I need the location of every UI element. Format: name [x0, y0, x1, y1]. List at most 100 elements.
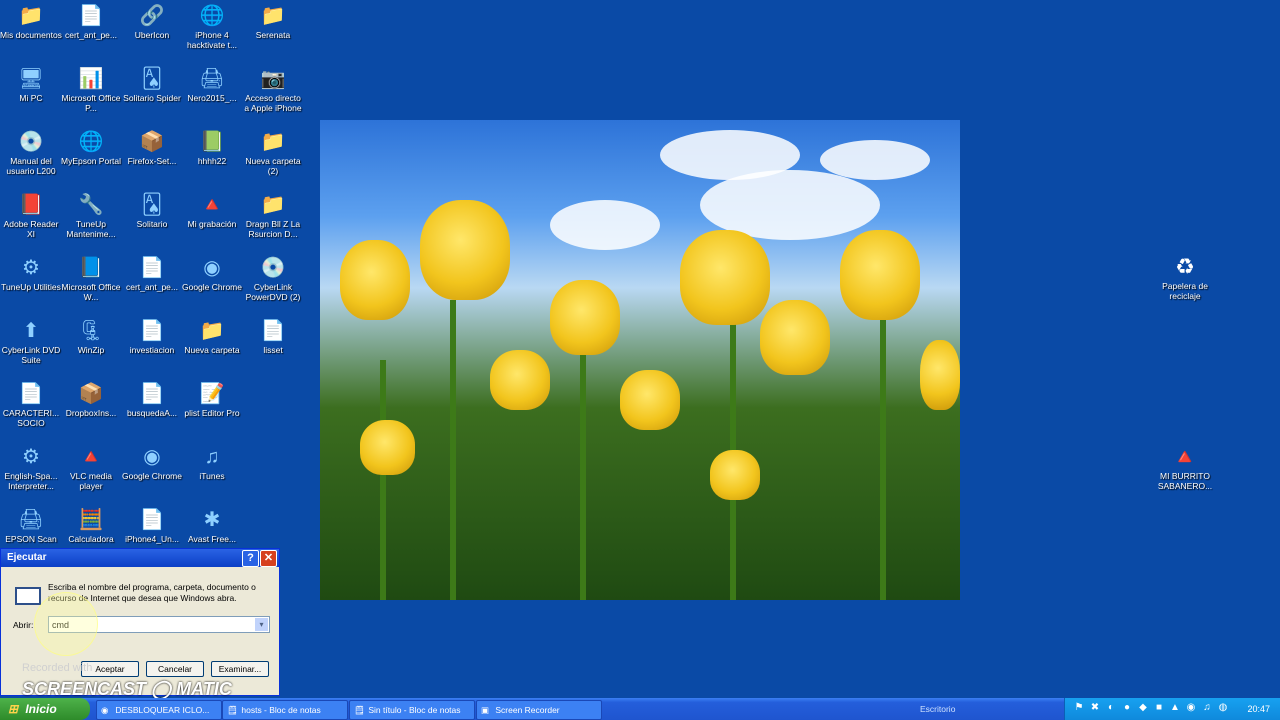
app-tray-icon[interactable]: ♫: [1201, 702, 1213, 714]
desktop-icon-grid: 📁 Mis documentos 📄 cert_ant_pe... 🔗 UberIcon 🌐…: [0, 0, 306, 548]
desktop-icon[interactable]: 📁 Dragn Bll Z La Rsurcion D...: [242, 191, 304, 239]
desktop-icon-label: busquedaA...: [126, 408, 178, 418]
app-tray-icon[interactable]: ■: [1153, 702, 1165, 714]
desktop-icon[interactable]: ⚙ English-Spa... Interpreter...: [0, 443, 62, 491]
desktop-icon-glyph-icon: 📕: [18, 194, 44, 216]
app-tray-icon[interactable]: ◍: [1217, 702, 1229, 714]
desktop-icon[interactable]: 📁 Mis documentos: [0, 2, 62, 40]
run-dialog-title: Ejecutar: [7, 552, 47, 563]
clock[interactable]: 20:47: [1247, 698, 1270, 720]
app-tray-icon[interactable]: ◆: [1137, 702, 1149, 714]
desktop-icon[interactable]: 📕 Adobe Reader XI: [0, 191, 62, 239]
start-button[interactable]: ⊞ Inicio: [0, 698, 90, 720]
desktop-icon[interactable]: 📄 CARACTERI... SOCIO: [0, 380, 62, 428]
desktop-icon[interactable]: 🖥 Mi PC: [0, 65, 62, 103]
desktop-icon[interactable]: 🔺 VLC media player: [60, 443, 122, 491]
desktop-icon-glyph-icon: 🖥: [18, 68, 44, 90]
desktop-icon-label: Calculadora: [68, 534, 114, 544]
desktop-icon-glyph-icon: 🖨: [199, 68, 225, 90]
desktop-icon[interactable]: 🖨 EPSON Scan: [0, 506, 62, 544]
recycle-bin[interactable]: ♻ Papelera de reciclaje: [1150, 253, 1220, 301]
desktop-icon[interactable]: ✱ Avast Free...: [181, 506, 243, 544]
desktop-icon-glyph-icon: 🂡: [141, 194, 163, 216]
desktop-icon-glyph-icon: 📦: [78, 383, 104, 405]
taskbar-item-untitled-notepad[interactable]: 🗒 Sin título - Bloc de notas: [349, 700, 475, 720]
network-icon[interactable]: ⚑: [1073, 702, 1085, 714]
desktop-icon[interactable]: 📄 cert_ant_pe...: [121, 254, 183, 292]
desktop-icon[interactable]: 📝 plist Editor Pro: [181, 380, 243, 418]
desktop-icon-glyph-icon: 🔺: [78, 446, 104, 468]
desktop-icon[interactable]: ⬆ CyberLink DVD Suite: [0, 317, 62, 365]
volume-icon[interactable]: ◐: [1105, 702, 1117, 714]
desktop-icon[interactable]: 📁 Nueva carpeta (2): [242, 128, 304, 176]
taskbar: ⊞ Inicio ◉ DESBLOQUEAR ICLO... 🗒 hosts -…: [0, 698, 1280, 720]
desktop-icon[interactable]: 💿 CyberLink PowerDVD (2): [242, 254, 304, 302]
cancel-button[interactable]: Cancelar: [146, 661, 204, 677]
desktop-icon[interactable]: 📘 Microsoft Office W...: [60, 254, 122, 302]
taskbar-item-chrome[interactable]: ◉ DESBLOQUEAR ICLO...: [96, 700, 222, 720]
open-label: Abrir:: [13, 620, 34, 630]
desktop-icon[interactable]: 🔗 UberIcon: [121, 2, 183, 40]
browse-button[interactable]: Examinar...: [211, 661, 269, 677]
desktop-icon[interactable]: 🔧 TuneUp Mantenime...: [60, 191, 122, 239]
desktop-icon[interactable]: ◉ Google Chrome: [121, 443, 183, 481]
desktop-icon[interactable]: 📁 Serenata: [242, 2, 304, 40]
desktop-icon[interactable]: 🗜 WinZip: [60, 317, 122, 355]
desktop-icon[interactable]: 🂡 Solitario Spider: [121, 65, 183, 103]
desktop-icon-label: Solitario Spider: [123, 93, 181, 103]
desktop-icon[interactable]: 🧮 Calculadora: [60, 506, 122, 544]
desktop-icon[interactable]: ⚙ TuneUp Utilities: [0, 254, 62, 292]
desktop-icon-label: Adobe Reader XI: [3, 219, 59, 239]
desktop-icon[interactable]: 📷 Acceso directo a Apple iPhone: [242, 65, 304, 113]
app-tray-icon[interactable]: ●: [1121, 702, 1133, 714]
desktop-icon[interactable]: 📄 lisset: [242, 317, 304, 355]
desktop-icon[interactable]: 💿 Manual del usuario L200: [0, 128, 62, 176]
desktop-icon-glyph-icon: 📄: [78, 5, 104, 27]
desktop-icon-label: Papelera de reciclaje: [1162, 281, 1208, 301]
desktop-icon[interactable]: 📗 hhhh22: [181, 128, 243, 166]
desktop-icon-glyph-icon: 📄: [139, 509, 165, 531]
desktop-icon[interactable]: 📁 Nueva carpeta: [181, 317, 243, 355]
desktop-icon[interactable]: 📄 cert_ant_pe...: [60, 2, 122, 40]
desktop-icon[interactable]: 🖨 Nero2015_...: [181, 65, 243, 103]
task-label: Screen Recorder: [495, 705, 560, 715]
windows-flag-icon: ⊞: [8, 702, 19, 716]
desktop-icon-label: MI BURRITO SABANERO...: [1157, 471, 1213, 491]
help-button[interactable]: ?: [242, 550, 259, 567]
desktop-icon-label: Google Chrome: [121, 471, 182, 481]
desktop-icon-label: Nueva carpeta (2): [245, 156, 301, 176]
close-button[interactable]: ✕: [260, 550, 277, 567]
desktop-icon[interactable]: 📦 DropboxIns...: [60, 380, 122, 418]
chevron-down-icon[interactable]: ▾: [255, 618, 268, 631]
desktop-icon-glyph-icon: 🗜: [78, 320, 104, 342]
desktop-icon[interactable]: 🌐 MyEpson Portal: [60, 128, 122, 166]
run-dialog-titlebar[interactable]: Ejecutar ? ✕: [1, 549, 279, 567]
desktop-icon[interactable]: ◉ Google Chrome: [181, 254, 243, 292]
app-tray-icon[interactable]: ▲: [1169, 702, 1181, 714]
desktop-icon[interactable]: 🌐 iPhone 4 hacktivate t...: [181, 2, 243, 50]
desktop-icon[interactable]: 🔺 Mi grabación: [181, 191, 243, 229]
taskbar-item-hosts-notepad[interactable]: 🗒 hosts - Bloc de notas: [222, 700, 348, 720]
app-tray-icon[interactable]: ◉: [1185, 702, 1197, 714]
desktop-icon-label: Solitario: [136, 219, 168, 229]
desktop-icon-glyph-icon: 🧮: [78, 509, 104, 531]
desktop-icon[interactable]: 📄 iPhone4_Un...: [121, 506, 183, 544]
desktop-icon-glyph-icon: 💿: [18, 131, 44, 153]
desktop-icon[interactable]: 🂡 Solitario: [121, 191, 183, 229]
desktop-icon-label: Dragn Bll Z La Rsurcion D...: [245, 219, 301, 239]
desktop-icon-glyph-icon: 📁: [199, 320, 225, 342]
desktop-toolbar-label[interactable]: Escritorio: [920, 698, 955, 720]
desktop-icon[interactable]: 📄 busquedaA...: [121, 380, 183, 418]
system-tray: Escritorio ⚑ ✖ ◐ ● ◆ ■ ▲ ◉ ♫ ◍ 20:47: [920, 698, 1280, 720]
vlc-file-mi-burrito[interactable]: 🔺 MI BURRITO SABANERO...: [1150, 443, 1220, 491]
taskbar-item-screen-recorder[interactable]: ▣ Screen Recorder: [476, 700, 602, 720]
desktop-icon[interactable]: 📊 Microsoft Office P...: [60, 65, 122, 113]
desktop-icon-label: WinZip: [77, 345, 105, 355]
desktop-wallpaper-tulips: [320, 120, 960, 600]
desktop-icon[interactable]: 📄 investiacion: [121, 317, 183, 355]
desktop-icon-label: UberIcon: [134, 30, 170, 40]
desktop-icon[interactable]: 📦 Firefox-Set...: [121, 128, 183, 166]
security-icon[interactable]: ✖: [1089, 702, 1101, 714]
desktop-icon[interactable]: ♫ iTunes: [181, 443, 243, 481]
desktop-icon-label: Microsoft Office W...: [61, 282, 121, 302]
